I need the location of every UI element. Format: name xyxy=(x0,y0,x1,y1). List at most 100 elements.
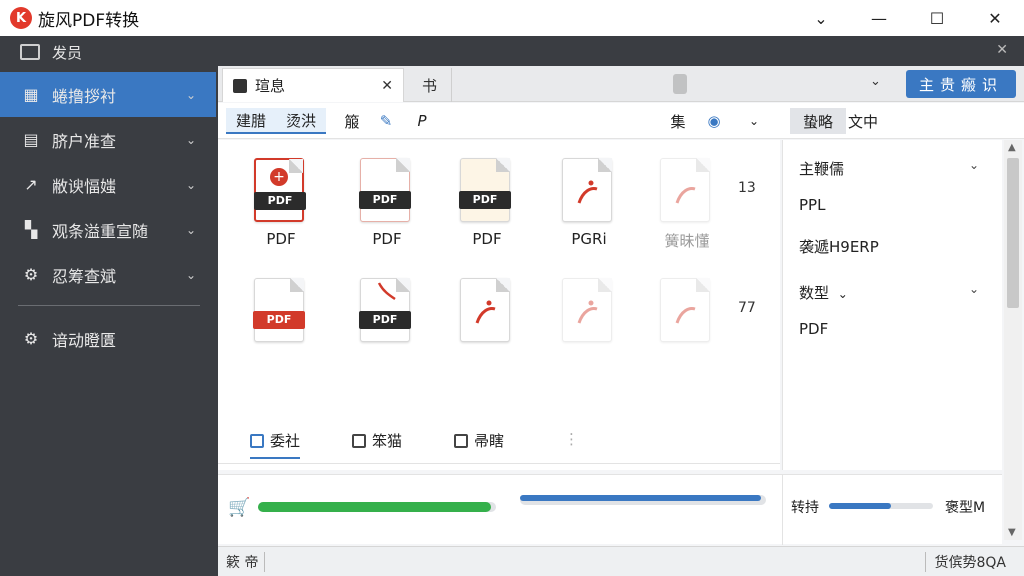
scrollbar[interactable]: ▲ ▼ xyxy=(1004,140,1022,540)
acrobat-file-icon xyxy=(562,278,612,342)
bottom-tab-label: 笨猫 xyxy=(372,432,403,450)
sidebar-item-1[interactable]: ▦ 蜷撸拶衬 ⌄ xyxy=(0,72,216,117)
sidebar-item-2[interactable]: ▤ 脐户准查 ⌄ xyxy=(0,117,216,162)
app-title: 旋风PDF转换 xyxy=(38,10,140,31)
sidebar-header-label[interactable]: 发员 xyxy=(52,42,82,63)
chevron-down-icon: ⌄ xyxy=(968,282,979,296)
sidebar-item-5[interactable]: ⚙ 忍筹查斌 ⌄ xyxy=(0,252,216,297)
target-icon[interactable]: ◉ xyxy=(702,108,726,134)
file-label: PDF xyxy=(266,230,296,248)
tab-info[interactable]: 瑄息 ✕ xyxy=(222,68,404,102)
prop-value: PPL xyxy=(799,196,826,214)
close-button[interactable]: ✕ xyxy=(966,0,1024,36)
pdf-badge: PDF xyxy=(359,191,411,209)
minimize-button[interactable]: — xyxy=(850,0,908,36)
file-tile[interactable] xyxy=(544,270,634,380)
sidebar: ▦ 蜷撸拶衬 ⌄ ▤ 脐户准查 ⌄ ↗ 敝谀愊媸 ⌄ ▚ 观条溢重宣随 ⌄ ⚙ … xyxy=(0,72,216,361)
tab-second[interactable]: 书 xyxy=(408,68,452,102)
text-tool-button[interactable]: P xyxy=(410,108,434,134)
bottom-tab-2[interactable]: 笨猫 xyxy=(352,430,402,451)
file-tile[interactable]: 簧昧懂 xyxy=(642,150,732,260)
bottom-tab-3[interactable]: 帚瞎 xyxy=(454,430,504,451)
file-tile[interactable]: PDF PDF xyxy=(342,150,432,260)
chevron-down-icon: ⌄ xyxy=(185,267,196,282)
file-tile[interactable]: PDF PDF xyxy=(442,150,532,260)
chevron-down-icon: ⌄ xyxy=(185,222,196,237)
file-tile[interactable] xyxy=(442,270,532,380)
grid-icon: ▚ xyxy=(24,220,38,239)
chevron-down-icon: ⌄ xyxy=(185,87,196,102)
bottom-tab-1[interactable]: 委社 xyxy=(250,430,301,459)
file-tile[interactable]: PDF xyxy=(342,270,432,380)
toolbar: 建腊 烫洪 箙 ✎ P 集 ◉ ⌄ 蛰略 文中 xyxy=(218,103,1024,139)
view-toggle-2[interactable]: 烫洪 xyxy=(276,108,326,134)
file-tile[interactable]: + PDF PDF xyxy=(236,150,326,260)
scroll-down-icon[interactable]: ▼ xyxy=(1008,527,1016,538)
main-panel: 瑄息 ✕ 书 ⌄ 主贵瘢识 建腊 烫洪 箙 ✎ P 集 ◉ ⌄ 蛰略 文中 + … xyxy=(218,66,1024,576)
properties-pane: 主鞭儒 ⌄ PPL 袭遞H9ERP 数型 ⌄ ⌄ PDF xyxy=(782,140,1002,470)
tool-button-right[interactable]: 集 xyxy=(666,108,690,134)
swap-icon xyxy=(352,433,366,448)
tab-label: 瑄息 xyxy=(255,77,286,95)
convert-icon: ↗ xyxy=(24,175,38,194)
sidebar-item-label: 敝谀愊媸 xyxy=(52,176,117,196)
acrobat-file-icon xyxy=(460,278,510,342)
calendar-icon xyxy=(454,433,468,448)
pdf-file-icon: + PDF xyxy=(254,158,306,222)
sidebar-item-settings[interactable]: ⚙ 谙动瞪匱 xyxy=(0,316,216,361)
prop-section-label: 主鞭儒 xyxy=(799,160,845,178)
file-tile[interactable] xyxy=(642,270,732,380)
file-tile[interactable]: PGRi xyxy=(544,150,634,260)
scroll-up-icon[interactable]: ▲ xyxy=(1008,142,1016,153)
sidebar-item-4[interactable]: ▚ 观条溢重宣随 ⌄ xyxy=(0,207,216,252)
file-tile[interactable]: PDF xyxy=(236,270,326,380)
progress-fill-green xyxy=(258,502,492,512)
pane-tab-other[interactable]: 文中 xyxy=(848,108,878,134)
grid-icon xyxy=(233,78,247,93)
pane-tab-active[interactable]: 蛰略 xyxy=(790,108,846,134)
chevron-down-icon[interactable]: ⌄ xyxy=(870,74,881,89)
pen-icon[interactable]: ✎ xyxy=(374,108,398,134)
bottom-tabs: 委社 笨猫 帚瞎 ⋮ xyxy=(218,420,780,464)
status-bar: 簌 帝 货傧势8QA xyxy=(218,546,1024,576)
document-icon: ▤ xyxy=(23,130,39,149)
pdf-file-icon: PDF xyxy=(459,158,511,222)
sidebar-item-label: 蜷撸拶衬 xyxy=(52,86,117,106)
sidebar-item-label: 忍筹查斌 xyxy=(52,266,117,286)
maximize-button[interactable]: ☐ xyxy=(908,0,966,36)
acrobat-file-icon xyxy=(660,278,710,342)
chevron-down-icon[interactable]: ⌄ xyxy=(742,108,766,134)
status-right: 货傧势8QA xyxy=(925,551,1006,572)
file-label: PGRi xyxy=(571,230,607,248)
sidebar-divider xyxy=(18,305,200,306)
scroll-thumb[interactable] xyxy=(1007,158,1019,308)
close-icon[interactable]: ✕ xyxy=(381,78,393,94)
acrobat-file-icon xyxy=(562,158,612,222)
message-icon xyxy=(20,44,40,60)
close-icon[interactable]: ✕ xyxy=(996,42,1008,58)
title-bar: K 旋风PDF转换 ⌄ — ☐ ✕ xyxy=(0,0,1024,36)
tab-bar: 瑄息 ✕ 书 ⌄ 主贵瘢识 xyxy=(218,66,1024,102)
progress-track-small xyxy=(829,503,933,509)
chevron-down-icon: ⌄ xyxy=(968,158,979,172)
tool-button-1[interactable]: 箙 xyxy=(340,108,364,134)
layout-icon: ▦ xyxy=(23,85,39,104)
pdf-badge: PDF xyxy=(459,191,511,209)
progress-track-blue xyxy=(520,495,766,505)
view-toggle-1[interactable]: 建腊 xyxy=(226,108,276,134)
pane-tabs: 蛰略 文中 xyxy=(782,103,1024,139)
sidebar-item-3[interactable]: ↗ 敝谀愊媸 ⌄ xyxy=(0,162,216,207)
pdf-file-icon: PDF xyxy=(359,278,411,342)
window-controls: ⌄ — ☐ ✕ xyxy=(792,0,1024,36)
page-count: 13 xyxy=(738,180,756,196)
prop-section-2[interactable]: 数型 ⌄ ⌄ xyxy=(799,282,989,303)
prop-value: 袭遞H9ERP xyxy=(799,238,879,256)
file-label: 簧昧懂 xyxy=(664,232,710,250)
chevron-down-icon[interactable]: ⌄ xyxy=(792,0,850,36)
pdf-file-icon: PDF xyxy=(359,158,411,222)
pdf-badge: PDF xyxy=(253,311,305,329)
more-icon[interactable]: ⋮ xyxy=(564,430,579,448)
share-icon xyxy=(250,433,264,448)
primary-button[interactable]: 主贵瘢识 xyxy=(906,70,1016,98)
prop-section-1[interactable]: 主鞭儒 ⌄ xyxy=(799,158,989,179)
